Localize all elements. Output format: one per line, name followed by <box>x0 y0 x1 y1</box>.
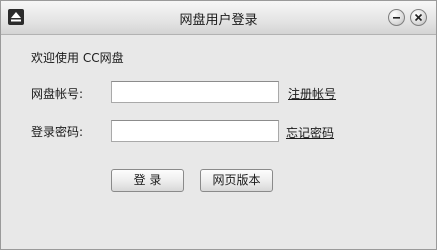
password-label: 登录密码: <box>31 125 84 139</box>
title-bar[interactable]: 网盘用户登录 <box>1 1 436 35</box>
window-title: 网盘用户登录 <box>179 13 258 28</box>
login-button[interactable]: 登 录 <box>111 169 184 192</box>
web-version-button[interactable]: 网页版本 <box>200 169 273 192</box>
minus-icon <box>393 17 400 19</box>
minimize-button[interactable] <box>388 9 405 26</box>
login-window: 网盘用户登录 欢迎使用 CC网盘 网盘帐号: 注册帐号 登录密码: 忘记密码 登… <box>0 0 437 250</box>
forgot-password-link[interactable]: 忘记密码 <box>286 124 334 141</box>
welcome-text: 欢迎使用 CC网盘 <box>31 51 124 65</box>
account-input[interactable] <box>111 81 279 103</box>
password-input[interactable] <box>111 120 279 142</box>
account-label: 网盘帐号: <box>31 87 84 101</box>
close-icon <box>414 13 423 22</box>
register-link[interactable]: 注册帐号 <box>288 85 336 102</box>
close-button[interactable] <box>410 9 427 26</box>
login-form: 欢迎使用 CC网盘 网盘帐号: 注册帐号 登录密码: 忘记密码 登 录 网页版本 <box>1 35 436 249</box>
